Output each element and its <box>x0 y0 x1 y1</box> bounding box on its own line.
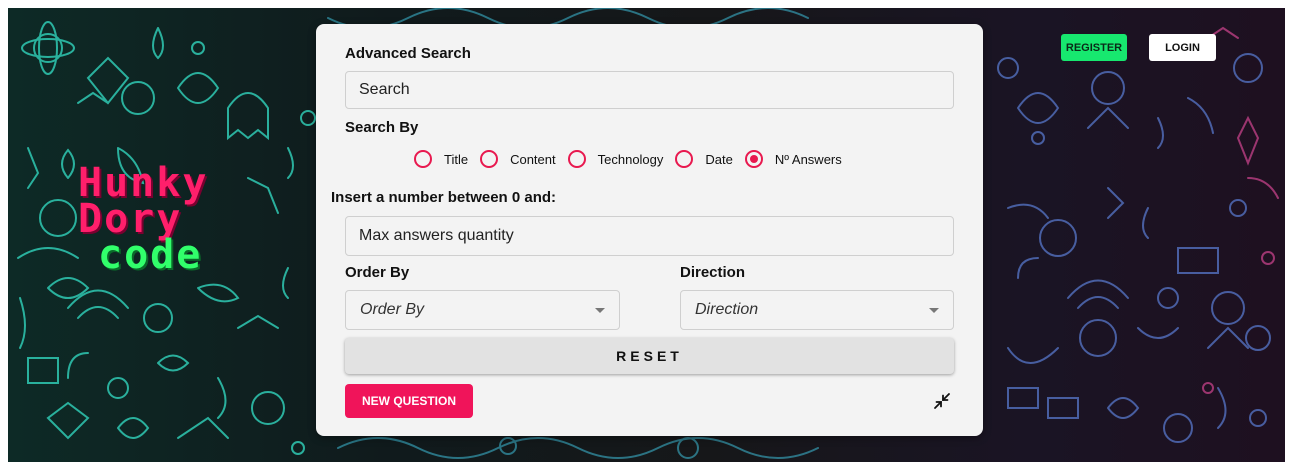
direction-label: Direction <box>680 264 746 281</box>
chevron-down-icon <box>595 307 605 313</box>
radio-title-label: Title <box>444 151 469 167</box>
search-by-radio-group: Title Content Technology Date Nº Answers <box>414 148 854 170</box>
radio-answers-ring[interactable] <box>744 150 763 168</box>
radio-answers[interactable]: Nº Answers <box>744 150 842 168</box>
max-answers-input[interactable]: Max answers quantity <box>345 216 954 256</box>
radio-technology[interactable]: Technology <box>567 150 664 168</box>
login-button[interactable]: LOGIN <box>1149 34 1216 61</box>
order-by-select[interactable]: Order By <box>345 290 620 330</box>
radio-content-label: Content <box>510 151 556 167</box>
radio-content-ring[interactable] <box>480 150 499 168</box>
reset-button[interactable]: RESET <box>345 338 954 374</box>
collapse-icon[interactable] <box>933 392 951 410</box>
radio-date-ring[interactable] <box>675 150 694 168</box>
radio-title-ring[interactable] <box>414 150 432 168</box>
radio-date[interactable]: Date <box>675 150 733 168</box>
new-question-button[interactable]: NEW QUESTION <box>345 384 473 418</box>
panel-title: Advanced Search <box>345 45 471 62</box>
order-by-label: Order By <box>345 264 410 281</box>
radio-date-label: Date <box>705 151 733 167</box>
logo-line-3: code <box>98 232 203 278</box>
radio-technology-ring[interactable] <box>567 150 586 168</box>
radio-content[interactable]: Content <box>480 150 556 168</box>
direction-select[interactable]: Direction <box>680 290 954 330</box>
chevron-down-icon <box>929 307 939 313</box>
register-button[interactable]: REGISTER <box>1061 34 1127 61</box>
radio-answers-label: Nº Answers <box>774 151 842 167</box>
search-input[interactable]: Search <box>345 71 954 109</box>
number-range-label: Insert a number between 0 and: <box>331 189 557 206</box>
radio-technology-label: Technology <box>597 151 664 167</box>
order-by-select-value: Order By <box>360 301 425 318</box>
search-by-label: Search By <box>345 119 419 136</box>
radio-title[interactable]: Title <box>414 150 468 168</box>
direction-select-value: Direction <box>695 301 759 318</box>
hunky-dory-code-logo: Hunky Dory code <box>78 163 268 285</box>
advanced-search-panel: Advanced Search Search Search By Title C… <box>316 24 983 436</box>
